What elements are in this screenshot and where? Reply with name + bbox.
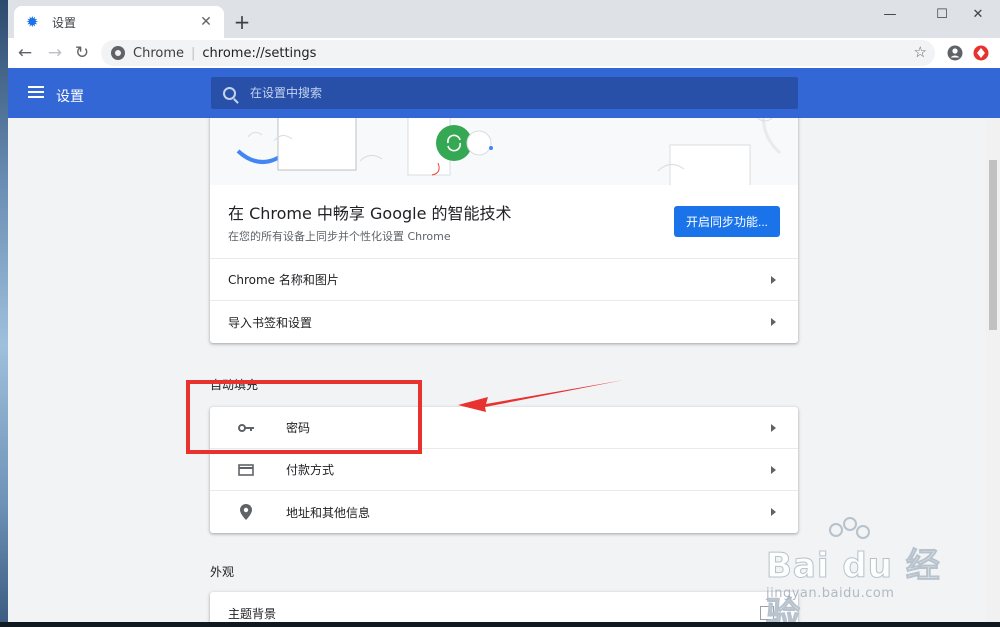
sync-subtitle: 在您的所有设备上同步并个性化设置 Chrome [228, 229, 451, 243]
row-label: 付款方式 [286, 463, 335, 477]
window-close-button[interactable]: ✕ [956, 0, 1000, 28]
chevron-right-icon [771, 465, 776, 474]
tab-title: 设置 [52, 15, 77, 30]
search-input[interactable] [250, 86, 750, 100]
list-item-payment[interactable]: 付款方式 [210, 449, 798, 491]
list-item[interactable]: Chrome 名称和图片 [210, 259, 798, 301]
taskbar [0, 622, 1000, 627]
tab-strip: ✹ 设置 ✕ + — ☐ ✕ [8, 0, 1000, 38]
toolbar: ← → ↻ Chrome | chrome://settings ☆ [8, 38, 1000, 68]
sync-text: 在 Chrome 中畅享 Google 的智能技术 在您的所有设备上同步并个性化… [228, 200, 674, 244]
list-item-themes[interactable]: 主题背景 [210, 592, 798, 622]
page-title: 设置 [56, 89, 84, 105]
vertical-scrollbar[interactable] [986, 118, 1000, 622]
list-item[interactable]: 导入书签和设置 [210, 301, 798, 343]
row-label: 地址和其他信息 [286, 505, 371, 520]
annotation-highlight-box [186, 380, 422, 454]
bookmark-star-icon[interactable]: ☆ [914, 43, 927, 61]
chevron-right-icon [771, 423, 776, 432]
reload-button[interactable]: ↻ [71, 42, 93, 64]
settings-search[interactable] [211, 77, 798, 109]
baidu-watermark: Bai du 经验 jingyan.baidu.com [750, 517, 950, 627]
watermark-text: Bai du 经验 [766, 546, 941, 627]
row-label: Chrome 名称和图片 [228, 273, 339, 287]
annotation-arrow [458, 380, 624, 412]
close-icon[interactable]: ✕ [196, 12, 216, 32]
people-card: 在 Chrome 中畅享 Google 的智能技术 在您的所有设备上同步并个性化… [210, 118, 798, 343]
arrow-left-icon: ← [17, 43, 33, 63]
new-tab-button[interactable]: + [232, 10, 252, 34]
chevron-right-icon [771, 275, 776, 284]
settings-header: 设置 [8, 68, 1000, 118]
chevron-right-icon [771, 508, 776, 516]
chrome-icon [111, 46, 125, 60]
account-icon [947, 45, 963, 61]
watermark-url: jingyan.baidu.com [766, 586, 895, 601]
extension-shield-icon [973, 45, 989, 61]
minimize-button[interactable]: — [868, 0, 912, 28]
arrow-right-icon: → [47, 43, 63, 63]
search-icon [223, 86, 236, 100]
appearance-card: 主题背景 [210, 592, 798, 622]
profile-button[interactable] [944, 42, 966, 64]
sync-illustration [210, 118, 798, 185]
section-title-appearance: 外观 [210, 565, 235, 579]
list-item-addresses[interactable]: 地址和其他信息 [210, 491, 798, 533]
credit-card-icon [236, 462, 256, 478]
reload-icon: ↻ [74, 43, 90, 63]
chevron-right-icon [771, 318, 776, 326]
sync-title: 在 Chrome 中畅享 Google 的智能技术 [228, 203, 512, 223]
desktop-background-strip [0, 0, 8, 627]
tab-settings[interactable]: ✹ 设置 ✕ [14, 6, 224, 38]
extension-button[interactable] [970, 42, 992, 64]
address-chip: Chrome [133, 45, 184, 61]
menu-icon[interactable] [28, 86, 44, 98]
address-bar[interactable]: Chrome | chrome://settings ☆ [101, 40, 935, 66]
address-url: chrome://settings [202, 45, 317, 61]
address-separator: | [191, 45, 196, 61]
sync-promo-row: 在 Chrome 中畅享 Google 的智能技术 在您的所有设备上同步并个性化… [210, 185, 798, 259]
back-button[interactable]: ← [14, 42, 36, 64]
gear-icon: ✹ [26, 13, 39, 31]
scrollbar-thumb[interactable] [989, 160, 997, 330]
row-label: 主题背景 [228, 606, 277, 621]
location-pin-icon [236, 504, 256, 520]
sync-banner-graphic [236, 118, 782, 185]
row-label: 导入书签和设置 [228, 315, 313, 330]
turn-on-sync-button[interactable]: 开启同步功能... [673, 206, 780, 237]
forward-button[interactable]: → [44, 42, 66, 64]
